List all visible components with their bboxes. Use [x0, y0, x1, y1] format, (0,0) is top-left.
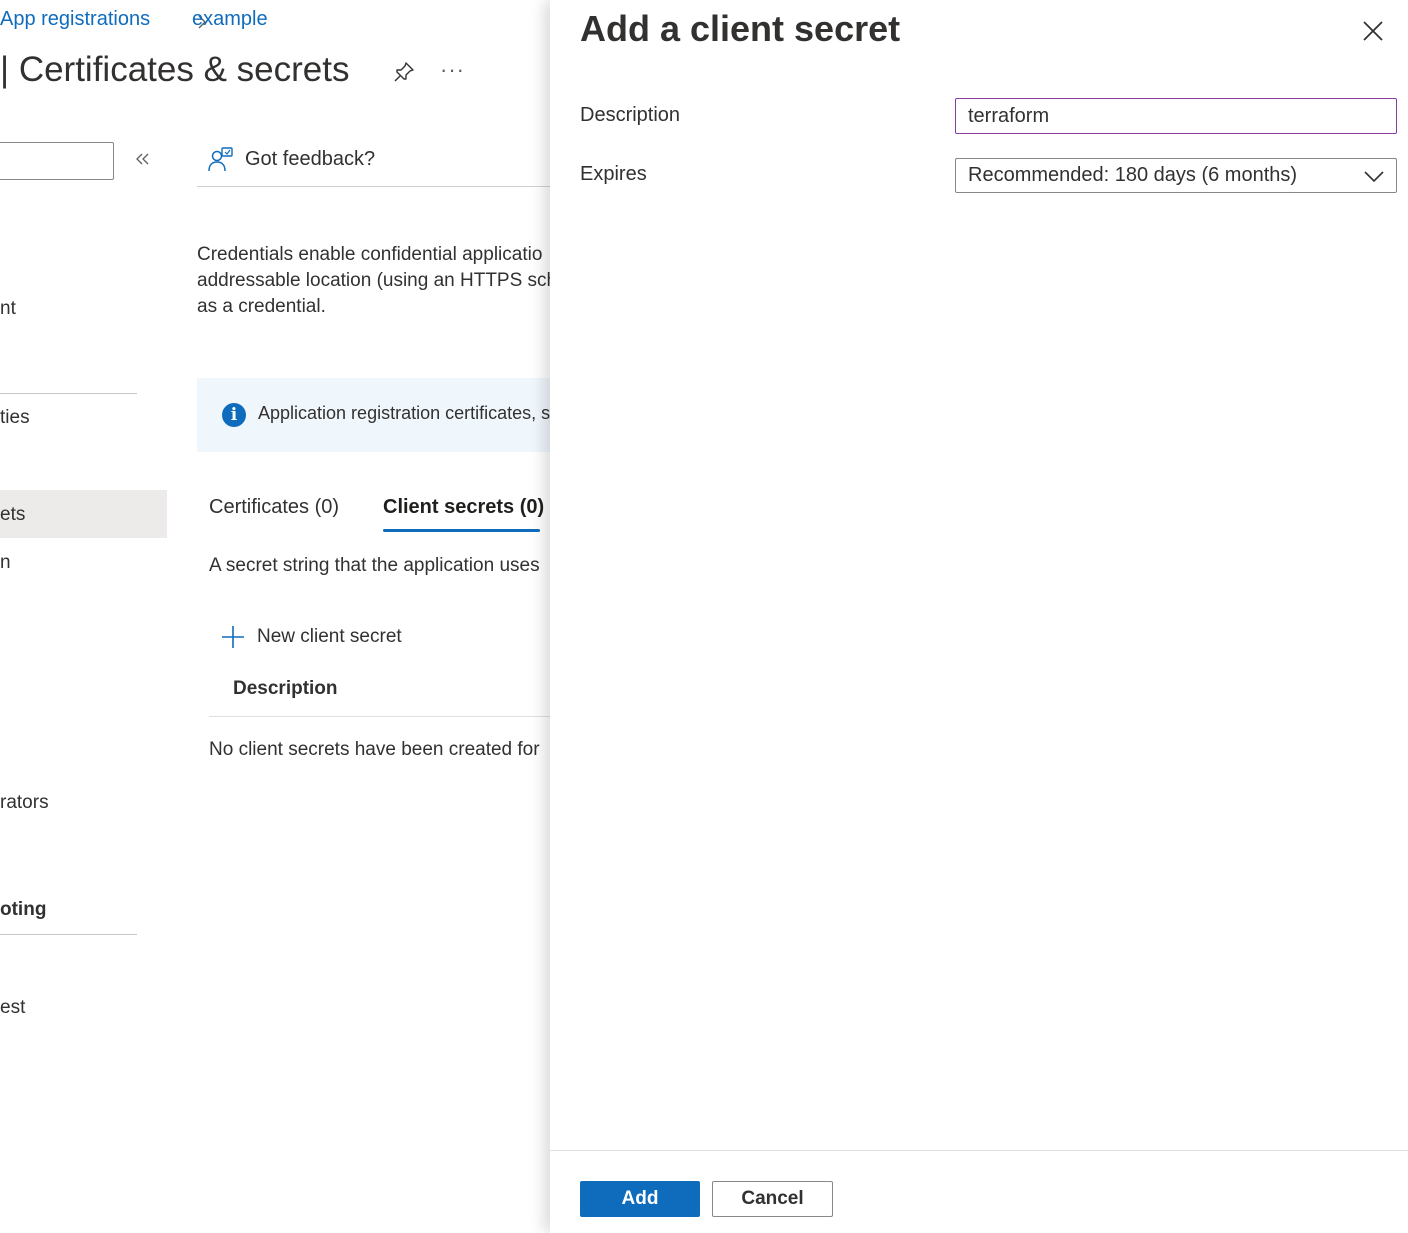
- panel-title: Add a client secret: [580, 8, 901, 49]
- double-chevron-left-icon[interactable]: [134, 150, 152, 168]
- tab-client-secrets[interactable]: Client secrets (0): [383, 496, 544, 519]
- got-feedback-button[interactable]: Got feedback?: [245, 148, 375, 171]
- description-input[interactable]: [955, 98, 1397, 134]
- info-bar-text: Application registration certificates, s: [258, 403, 551, 423]
- close-icon[interactable]: [1360, 18, 1386, 44]
- add-button[interactable]: Add: [580, 1181, 700, 1217]
- description-line: addressable location (using an HTTPS sch: [197, 270, 558, 291]
- panel-footer-divider: [550, 1150, 1408, 1151]
- sidebar-item-certificates-secrets[interactable]: ets: [0, 504, 25, 526]
- chevron-down-icon: [1364, 171, 1384, 183]
- pin-icon[interactable]: [392, 60, 416, 84]
- new-client-secret-button[interactable]: New client secret: [257, 626, 402, 648]
- expires-label: Expires: [580, 163, 647, 185]
- sidebar-item[interactable]: nt: [0, 298, 16, 320]
- expires-dropdown[interactable]: Recommended: 180 days (6 months): [955, 158, 1397, 193]
- sidebar-item[interactable]: ties: [0, 407, 30, 429]
- expires-selected-value: Recommended: 180 days (6 months): [968, 164, 1298, 186]
- toolbar-divider: [197, 186, 557, 187]
- table-column-header-description[interactable]: Description: [233, 678, 338, 700]
- feedback-icon: [208, 147, 233, 172]
- description-line: Credentials enable confidential applicat…: [197, 244, 543, 265]
- active-tab-indicator: [383, 529, 540, 532]
- add-client-secret-panel: Add a client secret Description Expires …: [550, 0, 1408, 1233]
- table-divider: [209, 716, 559, 717]
- page-title: | Certificates & secrets: [0, 50, 350, 89]
- more-icon[interactable]: ···: [440, 57, 465, 83]
- sidebar-section-header: oting: [0, 899, 47, 920]
- sidebar-item[interactable]: est: [0, 997, 25, 1019]
- description-line: as a credential.: [197, 296, 326, 317]
- sidebar-divider: [0, 393, 137, 394]
- table-empty-message: No client secrets have been created for: [209, 739, 540, 760]
- sidebar-divider: [0, 934, 137, 935]
- plus-icon[interactable]: [221, 625, 245, 649]
- sidebar-search-input[interactable]: [0, 142, 114, 180]
- breadcrumb-app-registrations[interactable]: App registrations: [0, 8, 150, 31]
- description-label: Description: [580, 104, 681, 126]
- client-secrets-description: A secret string that the application use…: [209, 555, 540, 576]
- sidebar-item[interactable]: n: [0, 552, 11, 574]
- cancel-button[interactable]: Cancel: [712, 1181, 833, 1217]
- credentials-description: Credentials enable confidential applicat…: [197, 242, 557, 320]
- info-icon: i: [222, 403, 246, 427]
- sidebar-item[interactable]: rators: [0, 792, 49, 814]
- tab-certificates[interactable]: Certificates (0): [209, 496, 339, 519]
- breadcrumb-example[interactable]: example: [192, 8, 268, 31]
